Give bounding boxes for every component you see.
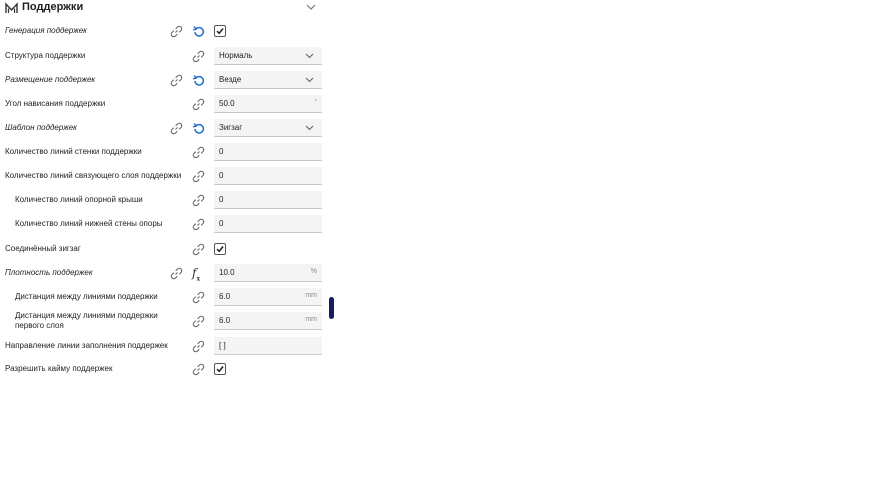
chevron-down-icon	[305, 77, 314, 83]
setting-row: Шаблон поддержек Зигзаг	[0, 117, 330, 139]
setting-row: Количество линий опорной крыши 0	[0, 189, 330, 211]
link-icon[interactable]	[192, 243, 205, 256]
setting-unit: %	[310, 268, 317, 275]
setting-row: Плотность поддержек fx 10.0%	[0, 262, 330, 284]
chevron-down-icon	[305, 125, 314, 131]
link-icon[interactable]	[192, 363, 205, 376]
setting-row: Структура поддержки Нормаль	[0, 45, 330, 67]
check-icon	[216, 28, 224, 35]
reset-icon[interactable]	[192, 74, 205, 87]
setting-input[interactable]: 6.0 mm	[214, 312, 322, 330]
check-icon	[216, 366, 224, 373]
setting-value: Зигзаг	[219, 123, 243, 132]
setting-input[interactable]: 0	[214, 167, 322, 185]
setting-row: Количество линий связующего слоя поддерж…	[0, 165, 330, 187]
setting-value: Нормаль	[219, 51, 253, 60]
setting-label: Угол нависания поддержки	[5, 99, 106, 108]
link-icon[interactable]	[192, 340, 205, 353]
setting-label: Разрешить кайму поддержек	[5, 364, 113, 373]
settings-panel: Поддержки Генерация поддержек Структура п…	[0, 0, 334, 489]
setting-label: Размещение поддержек	[5, 75, 96, 84]
link-icon[interactable]	[192, 146, 205, 159]
setting-row: Количество линий стенки поддержки 0	[0, 141, 330, 163]
setting-unit: °	[314, 99, 317, 106]
setting-value: 0	[219, 219, 224, 228]
setting-input[interactable]: 0	[214, 215, 322, 233]
setting-input[interactable]: 6.0 mm	[214, 288, 322, 306]
setting-input[interactable]: 0	[214, 191, 322, 209]
link-icon[interactable]	[170, 74, 183, 87]
setting-row: Размещение поддержек Везде	[0, 69, 330, 91]
setting-label: Дистанция между линиями поддержки	[15, 292, 158, 301]
setting-input[interactable]: 50.0 °	[214, 95, 322, 113]
setting-select[interactable]: Везде	[214, 71, 322, 89]
link-icon[interactable]	[192, 291, 205, 304]
setting-label: Шаблон поддержек	[5, 123, 77, 132]
section-header-supports[interactable]: Поддержки	[0, 0, 322, 16]
setting-input[interactable]: 10.0%	[214, 264, 322, 282]
link-icon[interactable]	[192, 50, 205, 63]
setting-row: Дистанция между линиями поддержки первог…	[0, 310, 330, 332]
setting-label: Генерация поддержек	[5, 26, 87, 35]
setting-value: 6.0	[219, 292, 231, 301]
setting-row: Разрешить кайму поддержек	[0, 358, 330, 380]
setting-label: Дистанция между линиями поддержки первог…	[15, 311, 158, 330]
link-icon[interactable]	[170, 122, 183, 135]
setting-label: Направление линии заполнения поддержек	[5, 341, 168, 350]
setting-unit: mm	[305, 316, 317, 323]
reset-icon[interactable]	[192, 122, 205, 135]
reset-icon[interactable]	[192, 25, 205, 38]
setting-label: Количество линий стенки поддержки	[5, 147, 142, 156]
setting-unit: mm	[305, 292, 317, 299]
setting-label: Количество линий нижней стены опоры	[15, 219, 163, 228]
support-icon	[5, 2, 18, 13]
setting-label: Количество линий связующего слоя поддерж…	[5, 171, 182, 180]
link-icon[interactable]	[192, 315, 205, 328]
setting-input[interactable]: [ ]	[214, 337, 322, 355]
setting-checkbox[interactable]	[214, 25, 226, 37]
setting-checkbox[interactable]	[214, 363, 226, 375]
setting-row: Генерация поддержек	[0, 20, 330, 42]
section-title: Поддержки	[22, 1, 84, 13]
setting-label: Структура поддержки	[5, 51, 86, 60]
setting-row: Направление линии заполнения поддержек [ …	[0, 335, 330, 357]
link-icon[interactable]	[192, 98, 205, 111]
chevron-down-icon[interactable]	[305, 2, 317, 12]
setting-select[interactable]: Нормаль	[214, 47, 322, 65]
setting-label: Количество линий опорной крыши	[15, 195, 143, 204]
check-icon	[216, 246, 224, 253]
setting-row: Угол нависания поддержки 50.0 °	[0, 93, 330, 115]
setting-row: Соединённый зигзаг	[0, 238, 330, 260]
setting-value: [ ]	[219, 341, 226, 350]
setting-label: Соединённый зигзаг	[5, 244, 81, 253]
setting-value: 6.0	[219, 316, 231, 325]
link-icon[interactable]	[192, 170, 205, 183]
link-icon[interactable]	[192, 218, 205, 231]
setting-label: Плотность поддержек	[5, 268, 93, 277]
setting-input[interactable]: 0	[214, 143, 322, 161]
setting-checkbox[interactable]	[214, 243, 226, 255]
setting-value: 0	[219, 171, 224, 180]
chevron-down-icon	[305, 53, 314, 59]
link-icon[interactable]	[170, 25, 183, 38]
function-icon[interactable]: fx	[192, 266, 205, 282]
setting-value: 50.0	[219, 99, 235, 108]
link-icon[interactable]	[192, 194, 205, 207]
link-icon[interactable]	[170, 267, 183, 280]
setting-value: Везде	[219, 75, 242, 84]
setting-row: Дистанция между линиями поддержки 6.0 mm	[0, 286, 330, 308]
setting-value: 0	[219, 195, 224, 204]
setting-select[interactable]: Зигзаг	[214, 119, 322, 137]
setting-value: 0	[219, 147, 224, 156]
setting-row: Количество линий нижней стены опоры 0	[0, 213, 330, 235]
setting-value: 10.0	[219, 268, 235, 277]
